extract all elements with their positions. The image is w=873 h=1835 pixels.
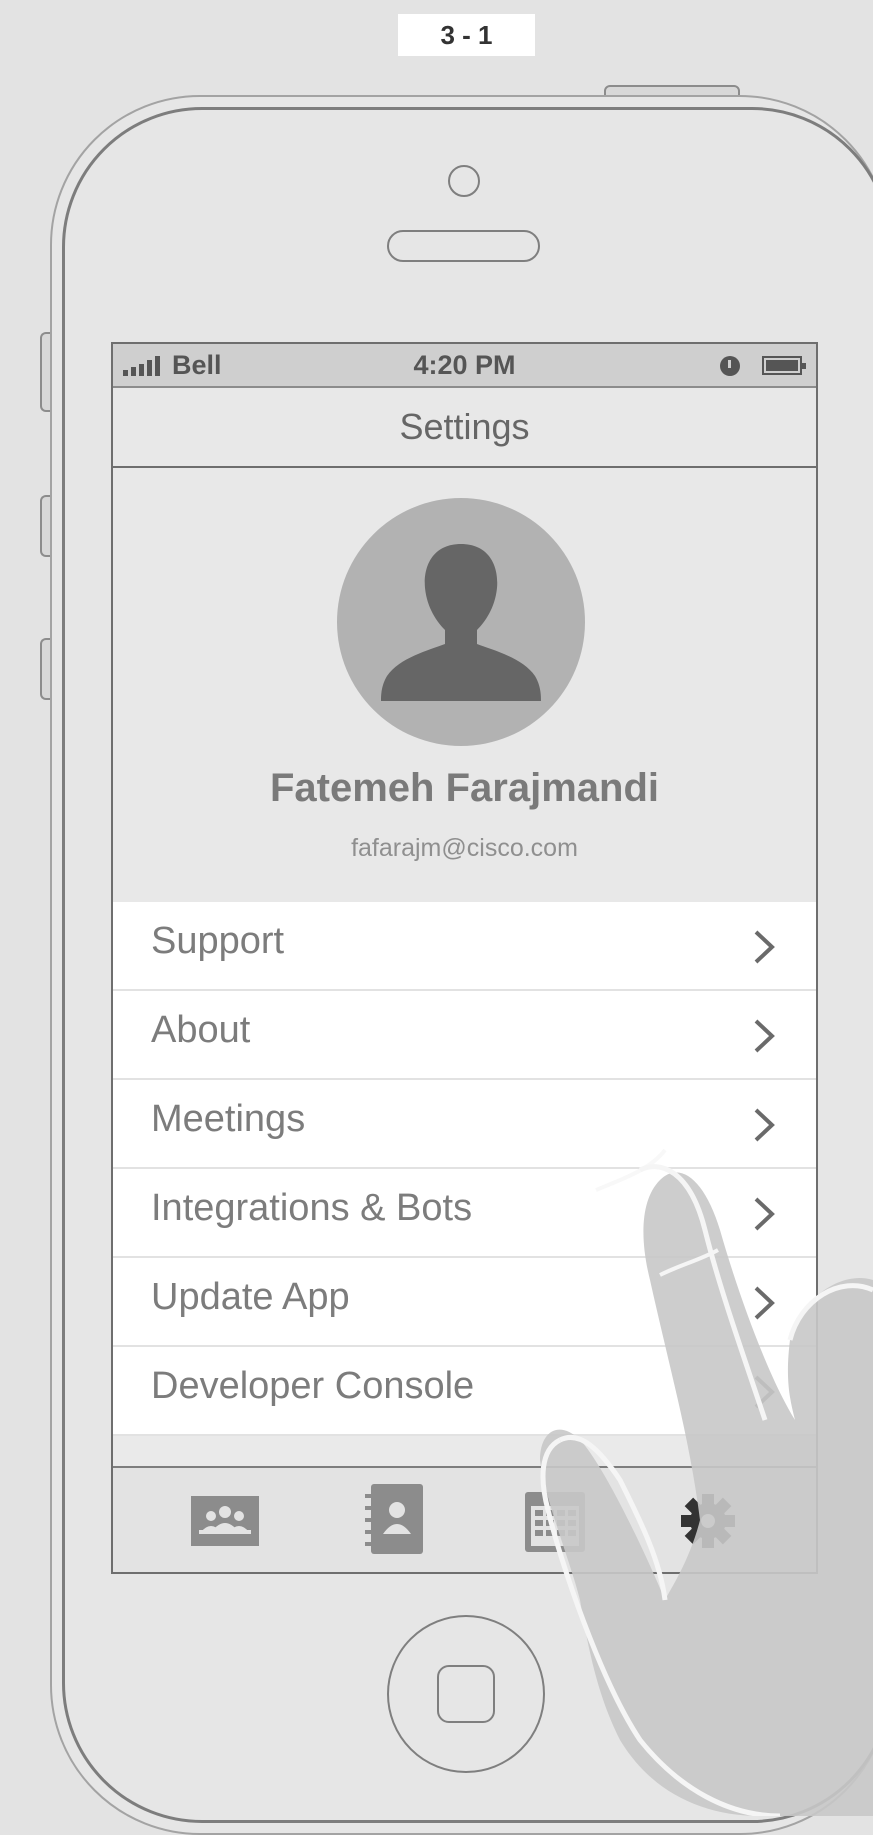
tab-contacts[interactable] xyxy=(363,1484,423,1559)
tab-teams[interactable] xyxy=(191,1496,259,1551)
menu-item-label: Update App xyxy=(151,1276,350,1318)
menu-item-label: Integrations & Bots xyxy=(151,1187,473,1229)
page-title: Settings xyxy=(399,406,530,447)
menu-item-integrations-bots[interactable]: Integrations & Bots xyxy=(113,1169,816,1258)
settings-menu: Support About Meetings Integrations & Bo… xyxy=(113,902,816,1436)
contacts-book-icon xyxy=(365,1484,423,1554)
chevron-right-icon xyxy=(754,930,775,964)
tab-bar xyxy=(113,1466,816,1572)
phone-screen: Bell 4:20 PM Settings Fatemeh Farajmandi… xyxy=(111,342,818,1574)
profile-name: Fatemeh Farajmandi xyxy=(269,766,659,810)
menu-item-label: Support xyxy=(151,920,285,962)
person-silhouette-icon xyxy=(381,544,541,701)
earpiece-speaker xyxy=(387,230,540,262)
home-button-square-icon xyxy=(437,1665,495,1723)
chevron-right-icon xyxy=(754,1108,775,1142)
menu-item-developer-console[interactable]: Developer Console xyxy=(113,1347,816,1436)
alarm-clock-icon xyxy=(720,356,740,376)
calendar-icon xyxy=(525,1492,585,1552)
chevron-right-icon xyxy=(754,1197,775,1231)
people-icon xyxy=(191,1496,259,1546)
profile-header: Fatemeh Farajmandi fafarajm@cisco.com xyxy=(113,468,816,902)
battery-icon xyxy=(762,356,806,375)
gear-icon xyxy=(681,1494,735,1548)
chevron-right-icon xyxy=(754,1375,775,1409)
frame-label: 3 - 1 xyxy=(398,14,535,56)
menu-item-meetings[interactable]: Meetings xyxy=(113,1080,816,1169)
chevron-right-icon xyxy=(754,1286,775,1320)
menu-item-label: About xyxy=(151,1009,251,1051)
status-bar: Bell 4:20 PM xyxy=(113,344,816,388)
avatar[interactable] xyxy=(337,498,585,746)
tab-calendar[interactable] xyxy=(525,1492,585,1557)
menu-item-update-app[interactable]: Update App xyxy=(113,1258,816,1347)
front-camera xyxy=(448,165,480,197)
chevron-right-icon xyxy=(754,1019,775,1053)
menu-item-label: Developer Console xyxy=(151,1365,475,1407)
menu-item-about[interactable]: About xyxy=(113,991,816,1080)
profile-email: fafarajm@cisco.com xyxy=(351,834,578,862)
tab-settings[interactable] xyxy=(679,1492,737,1555)
menu-item-support[interactable]: Support xyxy=(113,902,816,991)
menu-item-label: Meetings xyxy=(151,1098,306,1140)
navigation-bar: Settings xyxy=(113,388,816,468)
status-time: 4:20 PM xyxy=(413,350,516,380)
